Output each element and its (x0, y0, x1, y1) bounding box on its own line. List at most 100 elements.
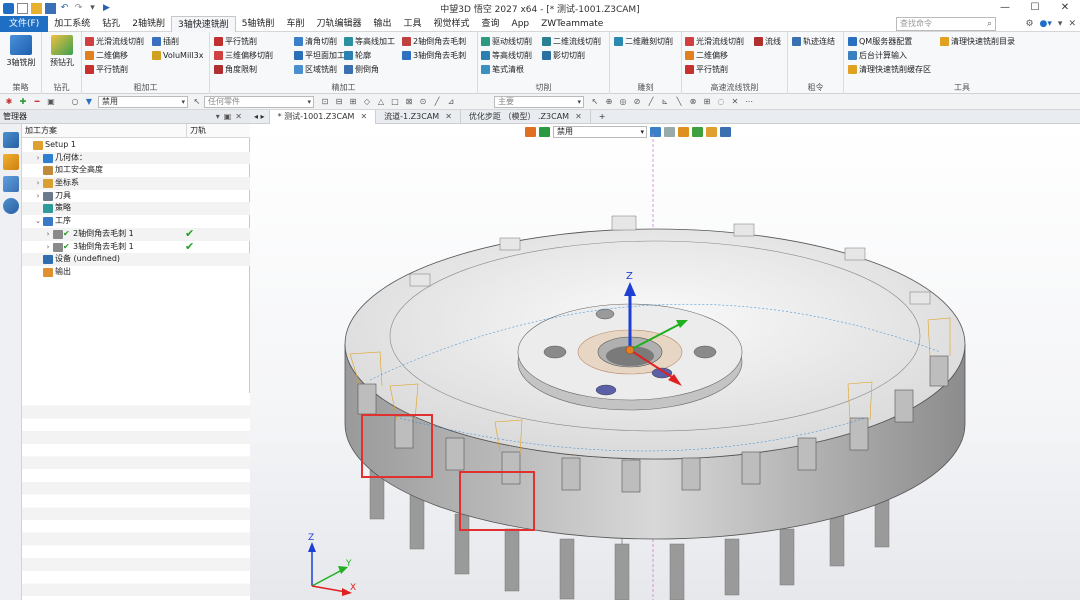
snap-ext-icon[interactable]: ⋯ (744, 97, 754, 107)
flowline-button[interactable]: 流线 (754, 35, 781, 48)
manager-icon[interactable] (2, 132, 19, 148)
chevron-right-icon[interactable]: › (44, 228, 52, 241)
tree-row[interactable]: › 刀具 (22, 190, 250, 203)
3axis-milling-button[interactable]: 3轴铣削 (4, 35, 38, 68)
chevron-down-icon[interactable]: ⌄ (34, 215, 42, 228)
redo-icon[interactable]: ↷ (73, 3, 84, 14)
tab-toolpath-editor[interactable]: 刀轨编辑器 (310, 16, 367, 32)
snap-perp-icon[interactable]: ⊾ (660, 97, 670, 107)
snap-tangent-icon[interactable]: ╲ (674, 97, 684, 107)
hs-smooth-flowline-button[interactable]: 光滑流线切削 (685, 35, 744, 48)
snap-int-icon[interactable]: ✕ (730, 97, 740, 107)
open-folder-icon[interactable] (31, 2, 42, 14)
angle-limit-button[interactable]: 角度限制 (214, 63, 257, 76)
snap-mid-icon[interactable]: ◎ (618, 97, 628, 107)
3d-viewport[interactable]: 禁用 ▾ Z Z Y X (250, 124, 1080, 600)
filter-select[interactable]: 禁用 ▾ (98, 96, 188, 108)
2d-flowline-button[interactable]: 二维流线切削 (542, 35, 601, 48)
close-icon[interactable]: ✕ (445, 112, 452, 121)
pre-drill-button[interactable]: 预钻孔 (45, 35, 79, 68)
tree-row[interactable]: ⌄ 工序 (22, 215, 250, 228)
toolbar-btn-6[interactable]: □ (390, 97, 400, 107)
minimize-button[interactable]: — (990, 0, 1020, 16)
snap-quad-icon[interactable]: ⊗ (688, 97, 698, 107)
toolbar-btn-5[interactable]: △ (376, 97, 386, 107)
tab-tools[interactable]: 工具 (397, 16, 427, 32)
toolbar-btn-4[interactable]: ◇ (362, 97, 372, 107)
toolbar-btn-9[interactable]: ╱ (432, 97, 442, 107)
cursor-icon[interactable]: ↖ (192, 97, 202, 107)
pick-gray-icon[interactable]: ▣ (46, 97, 56, 107)
tab-zwteammate[interactable]: ZWTeammate (535, 16, 609, 32)
tab-file[interactable]: 文件(F) (0, 15, 49, 32)
chevron-right-icon[interactable]: › (34, 190, 42, 203)
tab-output[interactable]: 输出 (367, 16, 397, 32)
doc-tab-test[interactable]: * 测试-1001.Z3CAM ✕ (269, 110, 377, 124)
trajectory-link-button[interactable]: 轨迹连结 (792, 35, 835, 48)
tree-row[interactable]: › 坐标系 (22, 177, 250, 190)
contour-finish-button[interactable]: 等高线加工 (344, 35, 395, 48)
snap-center-icon[interactable]: ⊘ (632, 97, 642, 107)
smooth-flowline-button[interactable]: 光滑流线切削 (85, 35, 144, 48)
maximize-button[interactable]: ☐ (1020, 0, 1050, 16)
chevron-right-icon[interactable]: › (44, 241, 52, 254)
doc-tab-nav[interactable]: ◂ ▸ (250, 110, 270, 124)
plunge-button[interactable]: 插削 (152, 35, 179, 48)
pick-green-icon[interactable]: ✚ (18, 97, 28, 107)
column-plan[interactable]: 加工方案 (25, 124, 57, 138)
qm-server-config-button[interactable]: QM服务器配置 (848, 35, 912, 48)
corner-clean-button[interactable]: 清角切削 (294, 35, 337, 48)
snap-icon[interactable]: ✱ (4, 97, 14, 107)
new-tab-button[interactable]: + (591, 110, 614, 124)
save-icon[interactable] (45, 2, 56, 14)
close-icon[interactable]: ✕ (575, 112, 582, 121)
3d-offset-button[interactable]: 三维偏移切削 (214, 49, 273, 62)
toolbar-btn-1[interactable]: ⊡ (320, 97, 330, 107)
parallel-milling-button[interactable]: 平行铣削 (85, 63, 128, 76)
tab-2axis-milling[interactable]: 2轴铣削 (126, 16, 171, 32)
toolbar-btn-10[interactable]: ⊿ (446, 97, 456, 107)
clear-cache-button[interactable]: 清理快速铣削缓存区 (848, 63, 931, 76)
hs-parallel-button[interactable]: 平行铣削 (685, 63, 728, 76)
profile-button[interactable]: 轮廓 (344, 49, 371, 62)
flat-face-button[interactable]: 平坦面加工 (294, 49, 345, 62)
command-search-input[interactable]: 查找命令 ⌕ (896, 17, 996, 31)
filter-icon[interactable]: ▼ (84, 97, 94, 107)
search-icon[interactable]: ⌕ (987, 18, 992, 30)
part-select[interactable]: 任何零件 ▾ (204, 96, 314, 108)
chevron-right-icon[interactable]: › (34, 152, 42, 165)
snap-near-icon[interactable]: ◌ (716, 97, 726, 107)
pick-red-icon[interactable]: ━ (32, 97, 42, 107)
2d-engrave-button[interactable]: 二维雕刻切削 (614, 35, 673, 48)
tree-row[interactable]: › 几何体： (22, 151, 250, 165)
tree-row[interactable]: › ✔ 3轴倒角去毛刺 1 ✔ (22, 240, 250, 254)
pencil-clean-button[interactable]: 笔式清根 (481, 63, 524, 76)
help-icon[interactable]: ●▾ (1040, 19, 1052, 29)
toolbar-btn-7[interactable]: ⊠ (404, 97, 414, 107)
volumill-button[interactable]: VoluMill3x (152, 49, 203, 62)
tree-row[interactable]: 输出 (22, 266, 250, 279)
toolbar-btn-2[interactable]: ⊟ (334, 97, 344, 107)
tree-row[interactable]: 设备 (undefined) (22, 253, 250, 266)
undo-icon[interactable]: ↶ (59, 3, 70, 14)
area-milling-button[interactable]: 区域铣削 (294, 63, 337, 76)
tab-3axis-fast-milling[interactable]: 3轴快速铣削 (170, 15, 236, 32)
play-icon[interactable]: ▶ (101, 3, 112, 14)
side-chamfer-button[interactable]: 侧倒角 (344, 63, 379, 76)
toolbar-btn-3[interactable]: ⊞ (348, 97, 358, 107)
settings-icon[interactable]: ⚙ (1025, 19, 1033, 29)
doc-tab-step[interactable]: 优化步距 （模型） .Z3CAM ✕ (461, 110, 591, 124)
column-toolpath[interactable]: 刀轨 (186, 124, 206, 138)
main-select[interactable]: 主要 ▾ (494, 96, 584, 108)
snap-grid-icon[interactable]: ⊞ (702, 97, 712, 107)
hs-2d-offset-button[interactable]: 二维偏移 (685, 49, 728, 62)
2axis-deburr-button[interactable]: 2轴倒角去毛刺 (402, 35, 466, 48)
close-button[interactable]: ✕ (1050, 0, 1080, 16)
doc-tab-runner[interactable]: 流道-1.Z3CAM ✕ (376, 110, 461, 124)
snap-line-icon[interactable]: ╱ (646, 97, 656, 107)
chevron-right-icon[interactable]: › (34, 177, 42, 190)
tree-row[interactable]: Setup 1 (22, 139, 250, 152)
tab-app[interactable]: App (506, 16, 536, 32)
circle-icon[interactable]: ○ (70, 97, 80, 107)
tree-row[interactable]: 加工安全高度 (22, 164, 250, 177)
